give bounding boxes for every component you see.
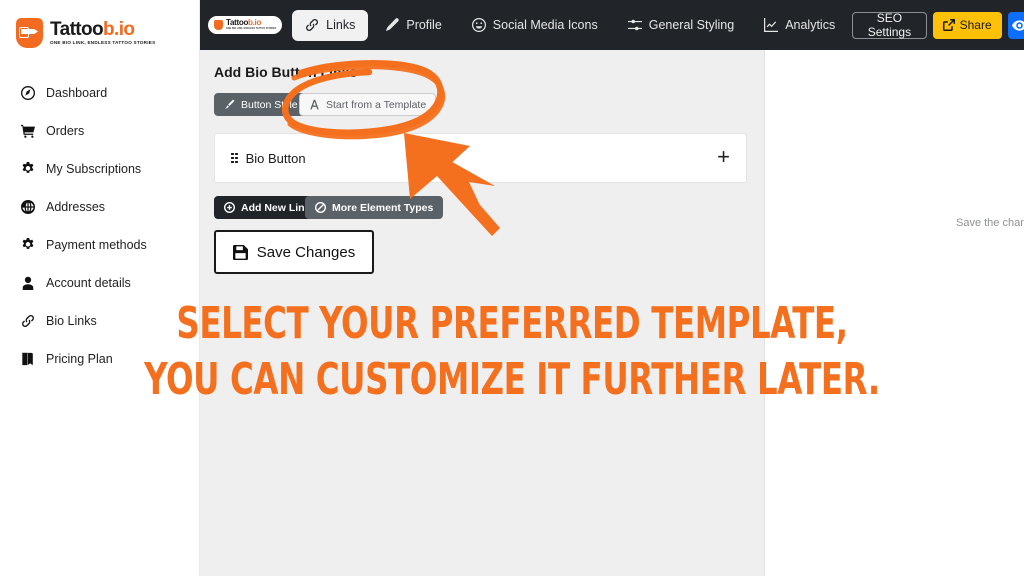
sidebar-item-label: Account details	[46, 276, 131, 290]
tab-label: General Styling	[648, 18, 735, 32]
gear-icon	[20, 162, 35, 177]
user-icon	[20, 276, 35, 291]
sidebar-item-label: Orders	[46, 124, 85, 138]
preview-save-note: Save the chan	[956, 217, 1024, 229]
sidebar-item-label: My Subscriptions	[46, 162, 142, 176]
sidebar-item-label: Dashboard	[46, 86, 108, 100]
brand-logo[interactable]: Tattoob.io ONE BIO LINK, ENDLESS TATTOO …	[0, 0, 199, 52]
page-title: Add Bio Button Links	[214, 64, 358, 80]
sidebar-item-dashboard[interactable]: Dashboard	[0, 74, 199, 112]
brand-tagline: ONE BIO LINK, ENDLESS TATTOO STORIES	[50, 40, 156, 46]
preview-button[interactable]	[1007, 11, 1024, 39]
sidebar-item-addresses[interactable]: Addresses	[0, 188, 199, 226]
more-element-types-label: More Element Types	[332, 201, 434, 214]
brand-name-main: Tattoo	[50, 19, 104, 41]
save-changes-button[interactable]: Save Changes	[214, 230, 374, 274]
tab-label: Links	[326, 18, 356, 32]
brush-icon	[225, 99, 235, 110]
link-icon	[20, 314, 35, 329]
bio-button-row[interactable]: Bio Button +	[214, 133, 747, 183]
external-link-icon	[942, 19, 955, 31]
app-root: Tattoob.io ONE BIO LINK, ENDLESS TATTOO …	[0, 0, 1024, 576]
tattoo-machine-icon	[214, 20, 223, 30]
pencil-icon	[386, 18, 400, 32]
share-label: Share	[959, 18, 992, 32]
caption-line-1: SELECT YOUR PREFERRED TEMPLATE,	[176, 298, 848, 349]
link-icon	[306, 19, 319, 31]
tab-analytics[interactable]: Analytics	[751, 10, 848, 41]
start-from-template-button[interactable]: Start from a Template	[299, 93, 437, 116]
seo-settings-button[interactable]: SEO Settings	[852, 11, 927, 39]
sidebar-item-label: Addresses	[46, 200, 106, 214]
cart-icon	[20, 124, 35, 139]
share-button[interactable]: Share	[932, 11, 1002, 39]
tab-links[interactable]: Links	[292, 9, 369, 41]
instruction-caption: SELECT YOUR PREFERRED TEMPLATE, YOU CAN …	[92, 296, 932, 408]
add-new-link-label: Add New Link	[241, 201, 311, 214]
sidebar-item-my-subscriptions[interactable]: My Subscriptions	[0, 150, 199, 188]
tab-profile[interactable]: Profile	[372, 10, 454, 41]
start-from-template-label: Start from a Template	[326, 98, 427, 111]
topbar-brand-accent: b.io	[248, 18, 262, 28]
tab-social-media-icons[interactable]: Social Media Icons	[459, 10, 611, 41]
ban-circle-icon	[315, 202, 326, 213]
topbar-brand-main: Tattoo	[226, 18, 249, 28]
eye-icon	[1012, 19, 1024, 31]
brand-text: Tattoob.io ONE BIO LINK, ENDLESS TATTOO …	[50, 20, 155, 46]
gear-icon	[20, 238, 35, 253]
editor-topbar: Tattoob.io ONE BIO LINK, ENDLESS TATTOO …	[200, 0, 1024, 50]
globe-icon	[20, 200, 35, 215]
brand-name-accent: b.io	[103, 19, 135, 41]
smiley-icon	[471, 18, 486, 32]
font-a-icon	[310, 99, 319, 110]
plus-circle-icon	[224, 202, 235, 213]
sidebar-item-label: Bio Links	[46, 314, 97, 328]
tab-label: Social Media Icons	[492, 18, 598, 32]
topbar-logo[interactable]: Tattoob.io ONE BIO LINK, ENDLESS TATTOO …	[208, 16, 283, 34]
plus-icon[interactable]: +	[717, 145, 730, 171]
chart-line-icon	[764, 18, 779, 32]
tab-general-styling[interactable]: General Styling	[615, 10, 747, 41]
tab-label: Profile	[406, 18, 442, 32]
save-changes-label: Save Changes	[256, 243, 356, 261]
sidebar-item-label: Payment methods	[46, 238, 147, 252]
caption-line-2: YOU CAN CUSTOMIZE IT FURTHER LATER.	[144, 353, 880, 405]
button-style-label: Button Style	[241, 98, 298, 111]
topbar-logo-text: Tattoob.io ONE BIO LINK, ENDLESS TATTOO …	[226, 19, 276, 30]
more-element-types-button[interactable]: More Element Types	[305, 196, 444, 219]
topbar-brand-name: Tattoob.io	[226, 19, 276, 27]
bio-button-label: Bio Button	[245, 150, 306, 166]
tab-label: Analytics	[785, 18, 836, 32]
book-icon	[20, 352, 35, 367]
tattoo-machine-icon	[16, 18, 43, 48]
topbar-brand-tagline: ONE BIO LINK, ENDLESS TATTOO STORIES	[226, 27, 277, 31]
dashboard-icon	[20, 86, 35, 101]
button-style-button[interactable]: Button Style	[214, 93, 308, 116]
sidebar-item-payment-methods[interactable]: Payment methods	[0, 226, 199, 264]
floppy-disk-icon	[232, 244, 248, 260]
account-sidebar: Tattoob.io ONE BIO LINK, ENDLESS TATTOO …	[0, 0, 200, 576]
sliders-icon	[627, 19, 642, 31]
topbar-actions: SEO Settings Share	[852, 11, 1024, 39]
drag-handle-icon[interactable]	[231, 152, 238, 164]
brand-name: Tattoob.io	[50, 20, 155, 39]
sidebar-item-orders[interactable]: Orders	[0, 112, 199, 150]
